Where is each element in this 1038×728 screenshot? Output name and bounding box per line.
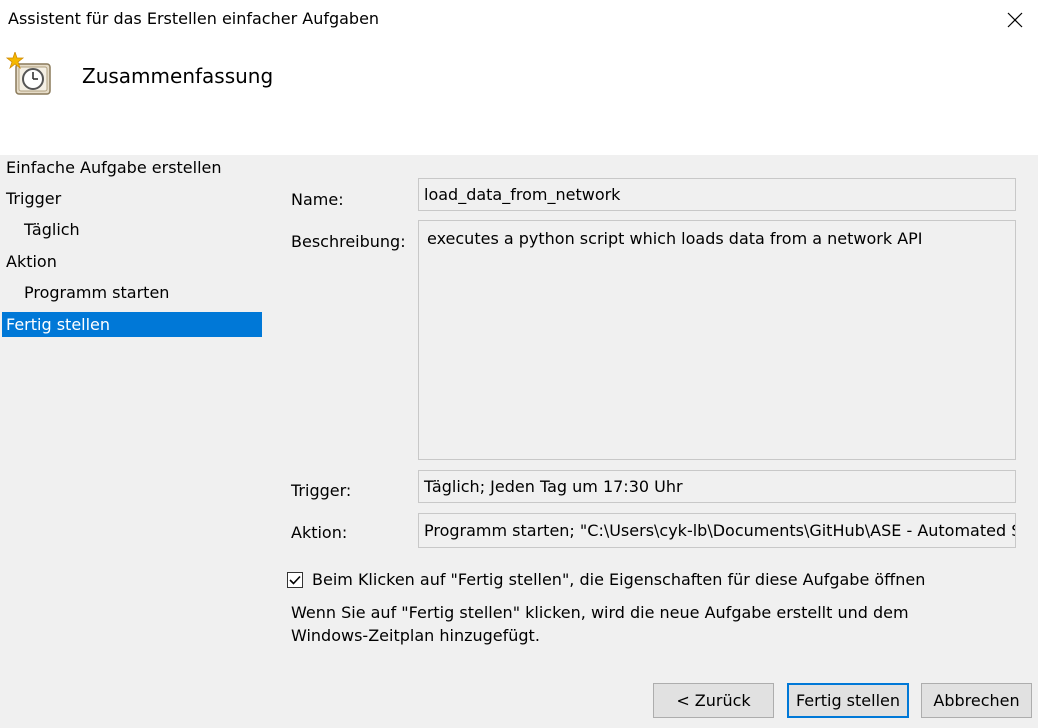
open-properties-checkbox[interactable] <box>287 571 303 588</box>
checkmark-icon <box>289 575 301 585</box>
wizard-body: Einfache Aufgabe erstellen Trigger Tägli… <box>0 155 1038 728</box>
window-title: Assistent für das Erstellen einfacher Au… <box>8 9 380 28</box>
open-properties-option[interactable]: Beim Klicken auf "Fertig stellen", die E… <box>287 570 925 589</box>
back-button[interactable]: < Zurück <box>653 683 774 718</box>
step-taeglich: Täglich <box>24 220 80 239</box>
open-properties-label[interactable]: Beim Klicken auf "Fertig stellen", die E… <box>312 570 925 589</box>
cancel-button[interactable]: Abbrechen <box>921 683 1032 718</box>
step-aktion: Aktion <box>6 252 57 271</box>
trigger-field[interactable]: Täglich; Jeden Tag um 17:30 Uhr <box>418 470 1016 503</box>
description-field[interactable]: executes a python script which loads dat… <box>418 220 1016 460</box>
step-einfache-aufgabe-erstellen: Einfache Aufgabe erstellen <box>6 158 222 177</box>
description-label: Beschreibung: <box>291 232 406 251</box>
info-text-line-2: Windows-Zeitplan hinzugefügt. <box>291 626 540 645</box>
info-text-line-1: Wenn Sie auf "Fertig stellen" klicken, w… <box>291 603 909 622</box>
close-icon <box>1007 12 1023 28</box>
finish-button[interactable]: Fertig stellen <box>787 683 909 718</box>
info-text: Wenn Sie auf "Fertig stellen" klicken, w… <box>291 601 991 647</box>
step-fertig-stellen: Fertig stellen <box>2 312 262 337</box>
action-field[interactable]: Programm starten; "C:\Users\cyk-lb\Docum… <box>418 513 1016 548</box>
wizard-header: Zusammenfassung <box>0 40 1038 155</box>
action-label: Aktion: <box>291 523 348 542</box>
title-bar: Assistent für das Erstellen einfacher Au… <box>0 0 1038 40</box>
page-title: Zusammenfassung <box>82 64 274 88</box>
step-trigger: Trigger <box>6 189 62 208</box>
name-label: Name: <box>291 190 344 209</box>
task-clock-icon <box>6 52 51 95</box>
trigger-label: Trigger: <box>291 481 352 500</box>
name-field[interactable]: load_data_from_network <box>418 178 1016 211</box>
close-button[interactable] <box>992 0 1038 40</box>
step-programm-starten: Programm starten <box>24 283 170 302</box>
